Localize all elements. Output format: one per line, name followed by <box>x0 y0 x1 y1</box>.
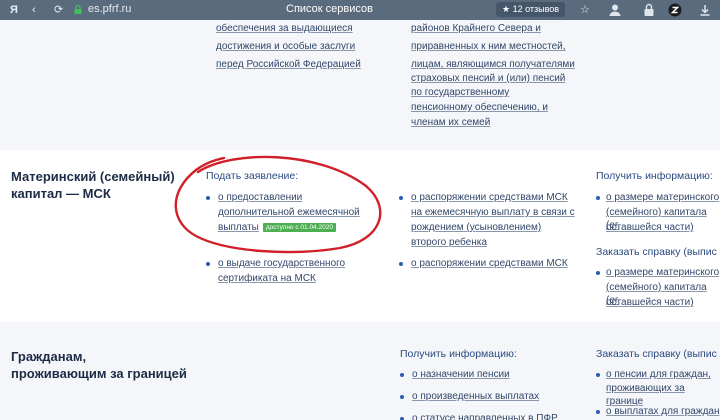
service-link-line[interactable]: обеспечения за выдающиеся <box>216 22 353 35</box>
info-link[interactable]: о статусе направленных в ПФР <box>412 412 558 420</box>
service-link-line[interactable]: перед Российской Федерацией <box>216 58 361 71</box>
info-link-line[interactable]: о размере материнского <box>606 191 719 204</box>
section-heading: Материнский (семейный) <box>11 169 175 184</box>
info-link[interactable]: о произведенных выплатах <box>412 390 539 403</box>
info-link[interactable]: о назначении пенсии <box>412 368 510 381</box>
yandex-logo-icon[interactable]: Я <box>10 3 18 17</box>
service-link-line[interactable]: районов Крайнего Севера и <box>411 22 541 35</box>
user-icon[interactable] <box>608 3 622 17</box>
apply-link-line[interactable]: о предоставлении <box>218 191 302 204</box>
apply-link-line[interactable]: дополнительной ежемесячной <box>218 206 360 219</box>
service-link-line[interactable]: членам их семей <box>411 116 490 129</box>
certificate-link-line[interactable]: о выдаче государственного <box>218 257 345 270</box>
section-heading: Гражданам, <box>11 349 87 364</box>
availability-badge: доступно с 01.04.2020 <box>262 223 336 232</box>
certificate-link-line[interactable]: сертификата на МСК <box>218 272 316 285</box>
reviews-button[interactable]: ★ 12 отзывов <box>496 2 566 17</box>
service-link-line[interactable]: приравненных к ним местностей, <box>411 40 566 53</box>
refresh-icon[interactable]: ⟳ <box>54 3 63 17</box>
bullet-icon <box>596 196 600 200</box>
service-link-line[interactable]: страховых пенсий и (или) пенсий <box>411 72 565 85</box>
service-link-line[interactable]: пенсионному обеспечению, и <box>411 101 548 114</box>
certificate2-link-line[interactable]: о размере материнского <box>606 266 719 279</box>
apply-link-line[interactable]: выплаты доступно с 01.04.2020 <box>218 221 336 234</box>
download-icon[interactable] <box>698 3 712 17</box>
disposal-link-line[interactable]: рождением (усыновлением) <box>411 221 541 234</box>
service-link-line[interactable]: по государственному <box>411 86 509 99</box>
bullet-icon <box>400 373 404 377</box>
bullet-icon <box>399 262 403 266</box>
cert-link-line[interactable]: о пенсии для граждан, <box>606 368 711 381</box>
bullet-icon <box>596 271 600 275</box>
info-label: Получить информацию: <box>596 170 713 182</box>
apply-label: Подать заявление: <box>206 170 299 182</box>
info-label: Получить информацию: <box>400 348 517 360</box>
certificate-label: Заказать справку (выпис <box>596 348 717 360</box>
page-tab-title: Список сервисов <box>286 3 373 15</box>
info-link-line[interactable]: оставшейся части) <box>606 221 694 234</box>
bullet-icon <box>596 373 600 377</box>
bullet-icon <box>399 196 403 200</box>
service-link-line[interactable]: достижения и особые заслуги <box>216 40 355 53</box>
certificate2-link-line[interactable]: оставшейся части) <box>606 296 694 309</box>
back-icon[interactable]: ‹ <box>32 3 36 17</box>
lock-icon <box>74 5 82 14</box>
disposal-link-line[interactable]: второго ребенка <box>411 236 487 249</box>
abroad-citizens-section: Гражданам, проживающим за границей Получ… <box>0 336 720 420</box>
section-heading: проживающим за границей <box>11 366 187 381</box>
disposal-link-2[interactable]: о распоряжении средствами МСК <box>411 257 568 270</box>
service-link-line[interactable]: лицам, являющимся получателями <box>411 58 575 71</box>
section-heading: капитал — МСК <box>11 186 111 201</box>
browser-toolbar: Я ‹ ⟳ es.pfrf.ru Список сервисов ★ 12 от… <box>0 0 720 20</box>
disposal-link-line[interactable]: о распоряжении средствами МСК <box>411 191 568 204</box>
z-extension-icon[interactable] <box>668 3 682 17</box>
lock-icon[interactable] <box>642 3 656 17</box>
bullet-icon <box>206 262 210 266</box>
cert-link-2[interactable]: о выплатах для граждан <box>606 405 719 418</box>
disposal-link-line[interactable]: на ежемесячную выплату в связи с <box>411 206 575 219</box>
bullet-icon <box>206 196 210 200</box>
maternity-capital-section: Материнский (семейный) капитал — МСК Под… <box>0 150 720 322</box>
services-section-top: обеспечения за выдающиеся достижения и о… <box>0 20 720 142</box>
address-bar[interactable]: es.pfrf.ru <box>88 3 131 15</box>
bullet-icon <box>596 410 600 414</box>
certificate-label: Заказать справку (выпис <box>596 246 717 258</box>
bullet-icon <box>400 395 404 399</box>
star-icon[interactable]: ☆ <box>580 3 590 17</box>
